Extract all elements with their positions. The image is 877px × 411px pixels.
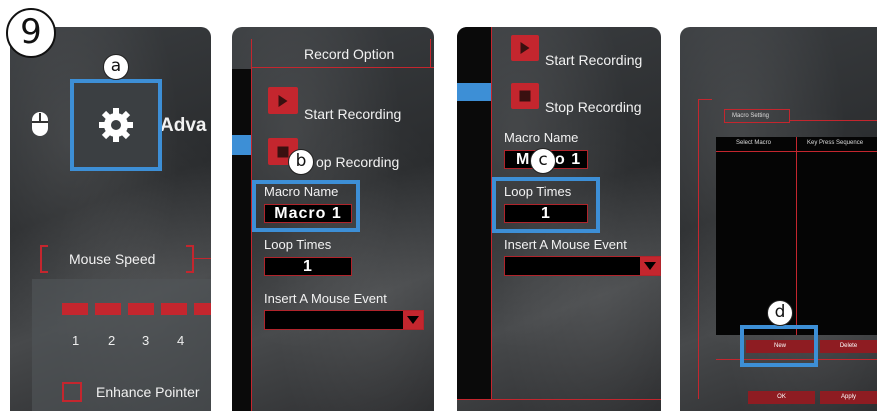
start-recording-label: Start Recording bbox=[545, 52, 643, 68]
speed-tick-2: 2 bbox=[108, 333, 116, 348]
loop-times-input[interactable]: 1 bbox=[264, 257, 352, 276]
table-header-divider bbox=[716, 151, 877, 152]
mouse-speed-label: Mouse Speed bbox=[69, 251, 156, 267]
ok-button[interactable]: OK bbox=[748, 391, 815, 404]
start-recording-button[interactable] bbox=[268, 87, 298, 114]
stop-recording-button[interactable] bbox=[511, 83, 539, 109]
callout-a: a bbox=[103, 54, 129, 80]
speed-tick-1: 1 bbox=[72, 333, 80, 348]
enhance-pointer-label: Enhance Pointer bbox=[96, 384, 200, 400]
highlight-loop-times bbox=[492, 177, 600, 233]
macro-name-text-left: M bbox=[516, 151, 531, 168]
stop-recording-label: Stop Recording bbox=[545, 99, 642, 115]
macro-name-text-right: o 1 bbox=[555, 151, 582, 168]
insert-event-label: Insert A Mouse Event bbox=[504, 237, 627, 252]
apply-button[interactable]: Apply bbox=[820, 391, 877, 404]
play-icon bbox=[278, 94, 288, 107]
speed-bar-5[interactable] bbox=[194, 303, 211, 315]
left-strip bbox=[232, 69, 251, 411]
mouse-icon[interactable] bbox=[30, 111, 50, 137]
delete-button[interactable]: Delete bbox=[820, 340, 877, 353]
macro-setting-tab-frame bbox=[724, 109, 790, 123]
start-recording-button[interactable] bbox=[511, 35, 539, 61]
highlight-macro-name bbox=[252, 180, 360, 232]
play-icon bbox=[520, 42, 530, 54]
active-tab-indicator bbox=[232, 135, 251, 155]
macro-name-label: Macro Name bbox=[504, 130, 579, 145]
insert-event-dropdown[interactable] bbox=[504, 256, 661, 276]
select-macro-header: Select Macro bbox=[736, 140, 772, 146]
table-divider bbox=[796, 137, 797, 335]
callout-b: b bbox=[288, 149, 314, 175]
start-recording-label: Start Recording bbox=[304, 106, 402, 122]
speed-bar-4[interactable] bbox=[161, 303, 187, 315]
chevron-down-icon[interactable] bbox=[403, 311, 423, 329]
speed-bar-3[interactable] bbox=[128, 303, 154, 315]
loop-times-label: Loop Times bbox=[264, 237, 332, 252]
active-tab-indicator bbox=[457, 83, 491, 101]
highlight-gear bbox=[70, 79, 162, 171]
callout-d: d bbox=[767, 300, 793, 326]
insert-event-dropdown[interactable] bbox=[264, 310, 424, 330]
callout-c: c bbox=[530, 148, 556, 174]
insert-event-label: Insert A Mouse Event bbox=[264, 291, 387, 306]
record-option-title: Record Option bbox=[304, 46, 395, 62]
stop-icon bbox=[277, 146, 289, 157]
step-number: 9 bbox=[6, 8, 56, 58]
highlight-new-button bbox=[740, 325, 818, 367]
speed-tick-3: 3 bbox=[142, 333, 150, 348]
speed-bar-2[interactable] bbox=[95, 303, 121, 315]
key-press-header: Key Press Sequence bbox=[807, 140, 864, 146]
chevron-down-icon[interactable] bbox=[640, 257, 660, 275]
stop-recording-label: op Recording bbox=[316, 154, 400, 170]
speed-bar-1[interactable] bbox=[62, 303, 88, 315]
advanced-tab-label[interactable]: Adva bbox=[160, 115, 206, 137]
speed-tick-4: 4 bbox=[177, 333, 185, 348]
stop-icon bbox=[519, 90, 531, 102]
enhance-pointer-checkbox[interactable] bbox=[62, 382, 82, 402]
